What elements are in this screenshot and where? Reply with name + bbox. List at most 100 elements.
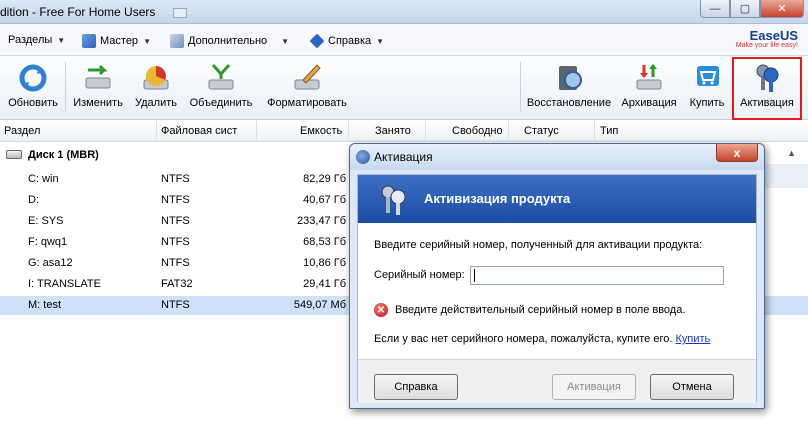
dialog-banner: Активизация продукта — [358, 175, 756, 223]
partition-fs: NTFS — [161, 215, 190, 227]
recovery-label: Восстановление — [526, 97, 612, 109]
partition-capacity: 233,47 Гб — [297, 215, 346, 227]
partition-name: E: SYS — [28, 215, 64, 227]
partition-fs: FAT32 — [161, 278, 193, 290]
advanced-icon — [170, 34, 184, 48]
error-message: Введите действительный серийный номер в … — [395, 304, 686, 316]
chevron-down-icon: ▼ — [143, 36, 151, 46]
app-icon — [356, 150, 370, 164]
menu-advanced-label: Дополнительно — [188, 35, 268, 47]
close-button[interactable]: ✕ — [760, 0, 804, 18]
collapse-up-icon[interactable]: ▲ — [787, 148, 796, 158]
resize-label: Изменить — [73, 97, 123, 109]
partition-capacity: 549,07 Мб — [293, 299, 346, 311]
partition-name: D: — [28, 194, 39, 206]
refresh-icon — [17, 62, 49, 94]
refresh-label: Обновить — [8, 97, 58, 109]
refresh-button[interactable]: Обновить — [4, 56, 62, 116]
dialog-close-button[interactable]: x — [716, 144, 758, 162]
partition-fs: NTFS — [161, 194, 190, 206]
buy-link[interactable]: Купить — [675, 333, 710, 345]
partition-name: M: test — [28, 299, 62, 311]
menu-partitions-label: Разделы — [8, 34, 53, 46]
partition-capacity: 29,41 Гб — [303, 278, 346, 290]
logo-brand: EaseUS — [749, 28, 798, 43]
archive-icon — [633, 62, 665, 94]
logo-tagline: Make your life easy! — [735, 42, 798, 49]
col-free[interactable]: Свободно — [452, 125, 503, 137]
hard-disk-icon — [6, 150, 22, 159]
disk-label: Диск 1 (MBR) — [28, 149, 99, 161]
merge-button[interactable]: Объединить — [186, 56, 256, 116]
menu-wizard[interactable]: Мастер ▼ — [82, 34, 151, 48]
activate-dialog-button[interactable]: Активация — [552, 374, 636, 400]
toolbar: Обновить Изменить Удалить Объединить Фор… — [0, 56, 808, 120]
col-capacity[interactable]: Емкость — [300, 125, 342, 137]
partition-table-header: Раздел Файловая сист Емкость Занято Своб… — [0, 120, 808, 142]
recovery-icon — [553, 62, 585, 94]
serial-input[interactable] — [470, 266, 724, 285]
cancel-button[interactable]: Отмена — [650, 374, 734, 400]
dialog-title-bar: Активация x — [350, 144, 764, 170]
easeus-logo: EaseUS Make your life easy! — [736, 28, 798, 49]
menu-advanced[interactable]: Дополнительно ▼ — [170, 34, 289, 48]
partition-fs: NTFS — [161, 236, 190, 248]
archive-button[interactable]: Архивация — [618, 56, 680, 116]
format-button[interactable]: Форматировать — [264, 56, 350, 116]
col-filesystem[interactable]: Файловая сист — [161, 125, 237, 137]
buy-note: Если у вас нет серийного номера, пожалуй… — [374, 333, 710, 345]
resize-button[interactable]: Изменить — [70, 56, 126, 116]
partition-name: C: win — [28, 173, 59, 185]
help-button[interactable]: Справка — [374, 374, 458, 400]
partition-capacity: 40,67 Гб — [303, 194, 346, 206]
partition-fs: NTFS — [161, 257, 190, 269]
delete-partition-icon — [140, 62, 172, 94]
serial-prompt: Введите серийный номер, полученный для а… — [374, 239, 703, 251]
col-partition[interactable]: Раздел — [4, 125, 40, 137]
shopping-cart-icon — [691, 62, 723, 94]
menu-help[interactable]: Справка ▼ — [309, 33, 385, 49]
col-divider — [594, 120, 595, 142]
partition-name: G: asa12 — [28, 257, 73, 269]
keys-icon — [376, 183, 410, 217]
minimize-button[interactable]: — — [700, 0, 730, 18]
text-caret — [474, 269, 475, 282]
col-used[interactable]: Занято — [375, 125, 411, 137]
partition-name: F: qwq1 — [28, 236, 68, 248]
partition-name: I: TRANSLATE — [28, 278, 101, 290]
merge-partition-icon — [205, 62, 237, 94]
maximize-button[interactable]: ▢ — [730, 0, 760, 18]
resize-partition-icon — [82, 62, 114, 94]
col-divider — [348, 120, 349, 142]
menu-partitions[interactable]: Разделы ▼ — [8, 34, 65, 46]
error-icon: ✕ — [374, 303, 388, 317]
wizard-icon — [82, 34, 96, 48]
status-area — [0, 410, 808, 431]
toolbar-separator — [65, 62, 66, 112]
window-title: dition - Free For Home Users — [0, 5, 156, 19]
chevron-down-icon: ▼ — [281, 36, 290, 46]
quick-access-icon — [173, 8, 187, 18]
buy-button[interactable]: Купить — [684, 56, 730, 116]
col-divider — [508, 120, 509, 142]
col-divider — [156, 120, 157, 142]
delete-button[interactable]: Удалить — [130, 56, 182, 116]
dialog-title: Активация — [374, 150, 433, 164]
partition-capacity: 82,29 Гб — [303, 173, 346, 185]
partition-fs: NTFS — [161, 299, 190, 311]
buy-note-text: Если у вас нет серийного номера, пожалуй… — [374, 333, 673, 345]
format-partition-icon — [291, 62, 323, 94]
partition-capacity: 10,86 Гб — [303, 257, 346, 269]
menu-wizard-label: Мастер — [100, 35, 139, 47]
recovery-button[interactable]: Восстановление — [524, 56, 614, 116]
chevron-down-icon: ▼ — [57, 35, 66, 45]
col-status[interactable]: Статус — [524, 125, 559, 137]
chevron-down-icon: ▼ — [376, 36, 385, 46]
dialog-footer: Справка Активация Отмена — [358, 359, 756, 403]
col-divider — [425, 120, 426, 142]
activate-highlight-frame — [732, 57, 802, 120]
help-icon — [309, 33, 325, 49]
dialog-banner-title: Активизация продукта — [424, 191, 571, 206]
activation-dialog: Активация x Активизация продукта Введите… — [349, 143, 765, 409]
col-type[interactable]: Тип — [600, 125, 618, 137]
